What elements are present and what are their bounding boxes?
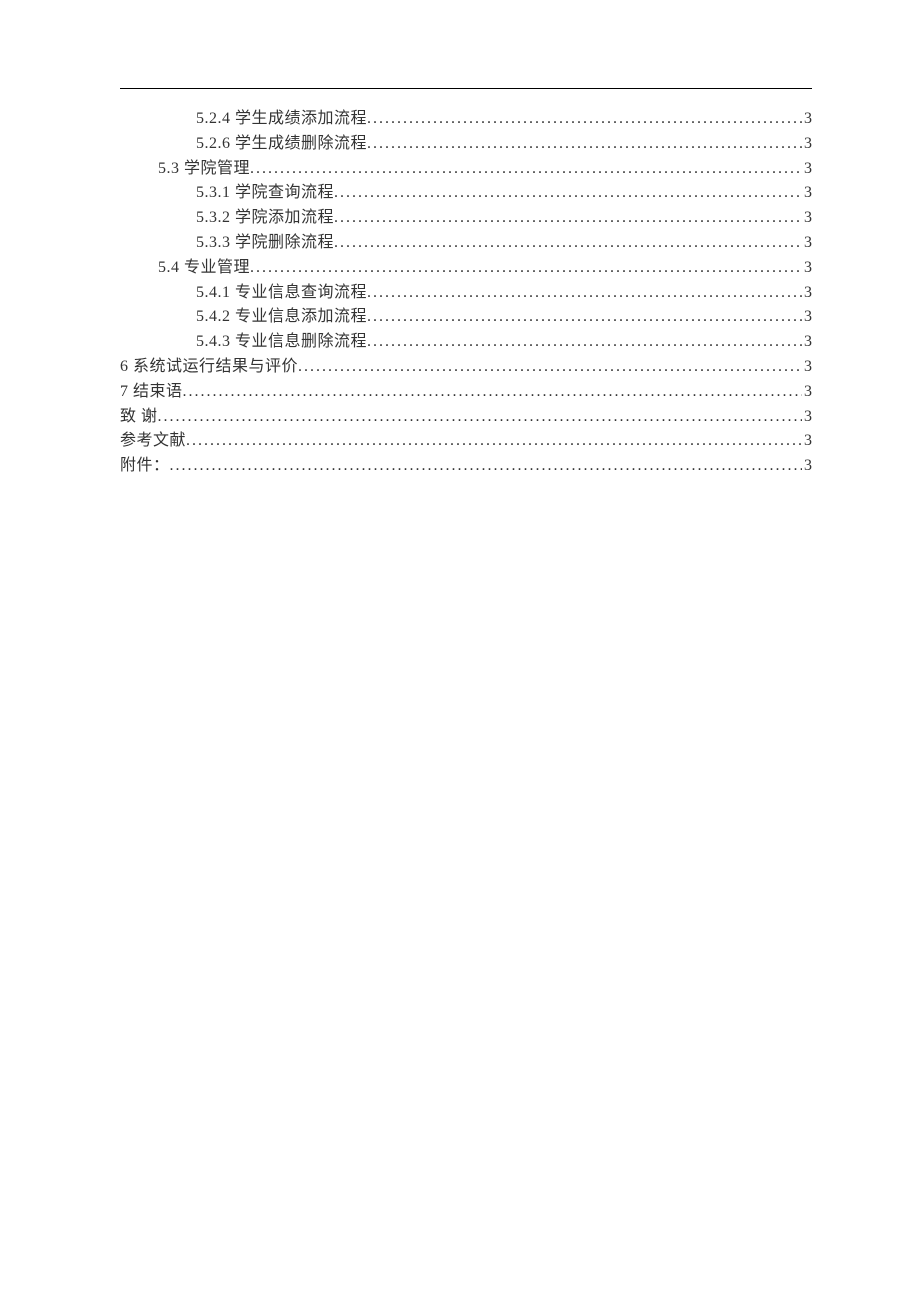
toc-entry-label: 5.3.2 学院添加流程 <box>196 206 334 231</box>
toc-entry-label: 5.4 专业管理 <box>158 256 250 281</box>
toc-entry: 附件： 3 <box>120 454 812 479</box>
toc-leader-dots <box>170 454 802 479</box>
toc-leader-dots <box>298 355 802 380</box>
toc-entry: 5.3.2 学院添加流程 3 <box>120 206 812 231</box>
toc-entry-label: 6 系统试运行结果与评价 <box>120 355 298 380</box>
toc-leader-dots <box>334 181 802 206</box>
toc-entry-page: 3 <box>802 107 812 132</box>
toc-entry-label: 5.4.1 专业信息查询流程 <box>196 281 367 306</box>
toc-entry: 5.2.4 学生成绩添加流程 3 <box>120 107 812 132</box>
toc-entry-page: 3 <box>802 281 812 306</box>
toc-entry-page: 3 <box>802 181 812 206</box>
toc-entry-page: 3 <box>802 454 812 479</box>
toc-entry-label: 5.4.3 专业信息删除流程 <box>196 330 367 355</box>
toc-entry: 5.4.3 专业信息删除流程 3 <box>120 330 812 355</box>
toc-entry-label: 5.3.1 学院查询流程 <box>196 181 334 206</box>
toc-entry: 致 谢 3 <box>120 405 812 430</box>
toc-entry-label: 5.3.3 学院删除流程 <box>196 231 334 256</box>
toc-leader-dots <box>250 157 802 182</box>
toc-leader-dots <box>334 206 802 231</box>
toc-entry: 5.4.2 专业信息添加流程 3 <box>120 305 812 330</box>
header-rule <box>120 88 812 89</box>
toc-entry: 5.3 学院管理 3 <box>120 157 812 182</box>
toc-leader-dots <box>367 107 802 132</box>
toc-leader-dots <box>250 256 802 281</box>
toc-entry-page: 3 <box>802 305 812 330</box>
toc-entry: 5.4.1 专业信息查询流程 3 <box>120 281 812 306</box>
toc-entry: 7 结束语 3 <box>120 380 812 405</box>
toc-entry-page: 3 <box>802 157 812 182</box>
toc-entry: 5.4 专业管理 3 <box>120 256 812 281</box>
toc-entry-label: 致 谢 <box>120 405 158 430</box>
toc-entry: 5.2.6 学生成绩删除流程 3 <box>120 132 812 157</box>
toc-entry-label: 7 结束语 <box>120 380 183 405</box>
toc-entry-page: 3 <box>802 355 812 380</box>
toc-entry-label: 5.2.4 学生成绩添加流程 <box>196 107 367 132</box>
toc-leader-dots <box>183 380 802 405</box>
toc-entry-page: 3 <box>802 330 812 355</box>
toc-entry-page: 3 <box>802 429 812 454</box>
toc-entry-page: 3 <box>802 231 812 256</box>
toc-entry-page: 3 <box>802 380 812 405</box>
toc-entry: 6 系统试运行结果与评价 3 <box>120 355 812 380</box>
toc-entry-page: 3 <box>802 405 812 430</box>
toc-entry-label: 5.3 学院管理 <box>158 157 250 182</box>
toc-leader-dots <box>367 330 802 355</box>
toc-entry: 参考文献 3 <box>120 429 812 454</box>
toc-entry-label: 参考文献 <box>120 429 186 454</box>
toc-leader-dots <box>367 132 802 157</box>
toc-leader-dots <box>367 305 802 330</box>
toc-entry-page: 3 <box>802 132 812 157</box>
document-page: 5.2.4 学生成绩添加流程35.2.6 学生成绩删除流程35.3 学院管理35… <box>0 0 920 479</box>
toc-entry-label: 5.4.2 专业信息添加流程 <box>196 305 367 330</box>
toc-entry-page: 3 <box>802 256 812 281</box>
toc-entry-label: 5.2.6 学生成绩删除流程 <box>196 132 367 157</box>
toc-entry: 5.3.3 学院删除流程 3 <box>120 231 812 256</box>
toc-leader-dots <box>186 429 802 454</box>
toc-leader-dots <box>158 405 802 430</box>
toc-leader-dots <box>334 231 802 256</box>
toc-entry: 5.3.1 学院查询流程 3 <box>120 181 812 206</box>
toc-entry-page: 3 <box>802 206 812 231</box>
table-of-contents: 5.2.4 学生成绩添加流程35.2.6 学生成绩删除流程35.3 学院管理35… <box>120 107 812 479</box>
toc-leader-dots <box>367 281 802 306</box>
toc-entry-label: 附件： <box>120 454 170 479</box>
